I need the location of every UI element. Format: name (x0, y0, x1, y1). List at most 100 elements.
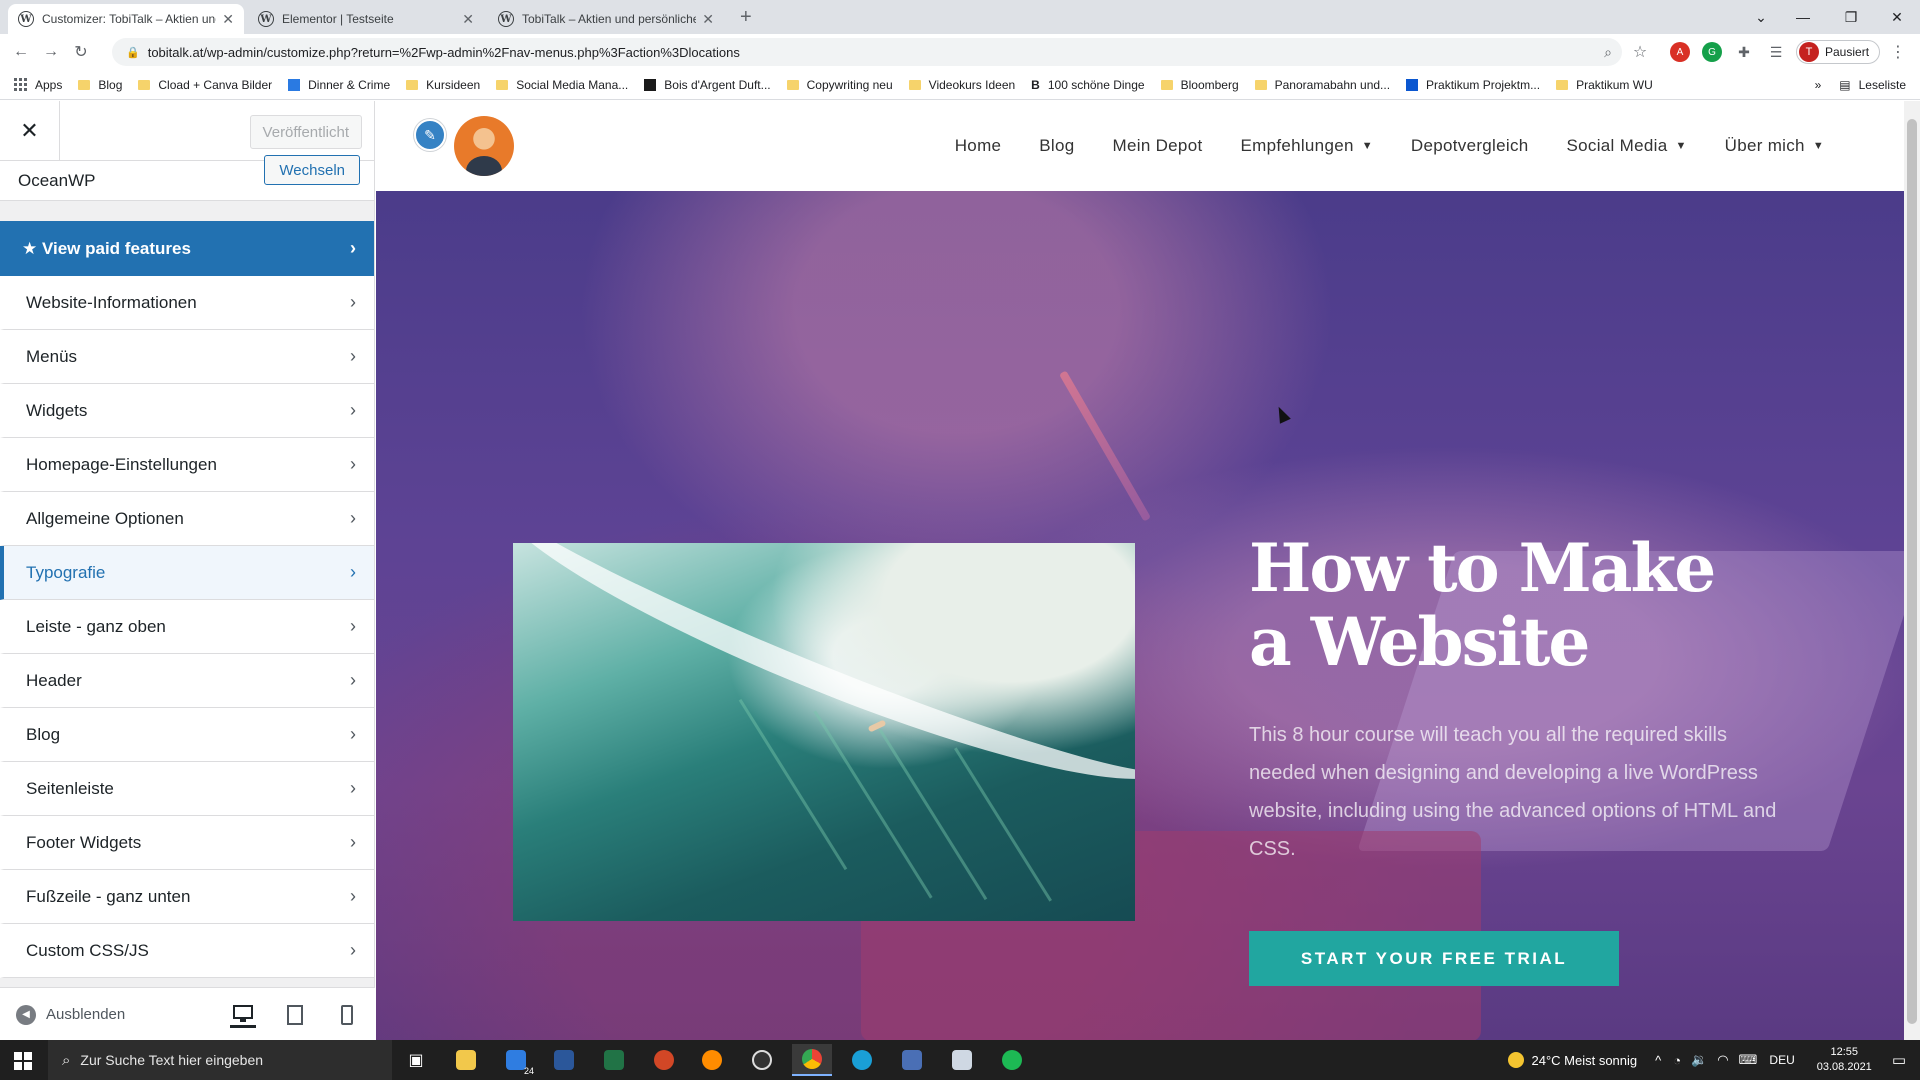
nav-depot[interactable]: Mein Depot (1113, 136, 1203, 156)
close-tab-icon[interactable]: ✕ (462, 11, 474, 28)
tab-customizer[interactable]: W Customizer: TobiTalk – Aktien und ✕ (8, 4, 244, 34)
desktop-preview-icon[interactable] (230, 1002, 256, 1028)
nav-blog[interactable]: Blog (1039, 136, 1074, 156)
bookmark-star-icon[interactable]: ☆ (1630, 42, 1650, 62)
collapse-icon[interactable]: ◀ (16, 1004, 36, 1025)
menu-header[interactable]: Header › (0, 654, 374, 708)
zoom-icon[interactable]: ⌕ (1598, 42, 1618, 62)
tab-tobitalk[interactable]: W TobiTalk – Aktien und persönliche ✕ (488, 4, 724, 34)
hide-controls-button[interactable]: Ausblenden (46, 1006, 125, 1023)
nav-home[interactable]: Home (955, 136, 1002, 156)
language-indicator[interactable]: DEU (1769, 1053, 1794, 1067)
bookmark-bloomberg[interactable]: Bloomberg (1160, 78, 1239, 92)
taskbar-search[interactable]: ⌕ Zur Suche Text hier eingeben (48, 1040, 392, 1080)
preview-scrollbar[interactable] (1904, 101, 1920, 1041)
tablet-preview-icon[interactable] (282, 1002, 308, 1028)
publish-button[interactable]: Veröffentlicht (249, 115, 362, 149)
mobile-preview-icon[interactable] (334, 1002, 360, 1028)
bookmark-copywriting[interactable]: Copywriting neu (786, 78, 893, 92)
powerpoint-icon[interactable] (644, 1044, 684, 1076)
url-bar[interactable]: 🔒 tobitalk.at/wp-admin/customize.php?ret… (112, 38, 1622, 66)
app-icon[interactable] (892, 1044, 932, 1076)
bookmark-kursideen[interactable]: Kursideen (406, 78, 480, 92)
app-icon[interactable] (692, 1044, 732, 1076)
restore-icon[interactable]: ❐ (1828, 0, 1874, 34)
tab-elementor[interactable]: W Elementor | Testseite ✕ (248, 4, 484, 34)
bookmark-bois[interactable]: Bois d'Argent Duft... (644, 78, 771, 92)
more-bookmarks[interactable]: » (1815, 78, 1822, 92)
menu-footer-bottom[interactable]: Fußzeile - ganz unten › (0, 870, 374, 924)
clock[interactable]: 12:55 03.08.2021 (1817, 1045, 1872, 1075)
app-icon[interactable] (942, 1044, 982, 1076)
excel-icon[interactable] (594, 1044, 634, 1076)
network-icon[interactable]: ◔ (1673, 1053, 1681, 1068)
scrollbar-thumb[interactable] (1907, 119, 1917, 1024)
forward-icon[interactable]: → (36, 43, 66, 61)
profile-button[interactable]: T Pausiert (1796, 40, 1881, 64)
extensions-icon[interactable]: ✚ (1734, 42, 1754, 62)
menu-widgets[interactable]: Widgets › (0, 384, 374, 438)
hero-video[interactable] (513, 543, 1135, 921)
nav-social-media[interactable]: Social Media ▼ (1567, 136, 1687, 156)
menu-blog[interactable]: Blog › (0, 708, 374, 762)
nav-about[interactable]: Über mich ▼ (1725, 136, 1824, 156)
bookmark-panorama[interactable]: Panoramabahn und... (1254, 78, 1390, 92)
switch-theme-button[interactable]: Wechseln (264, 155, 360, 185)
mail-icon[interactable]: 24 (496, 1044, 536, 1076)
menu-custom-css-js[interactable]: Custom CSS/JS › (0, 924, 374, 978)
obs-icon[interactable] (742, 1044, 782, 1076)
close-tab-icon[interactable]: ✕ (702, 11, 714, 28)
bookmark-praktikum-projekt[interactable]: Praktikum Projektm... (1406, 78, 1540, 92)
edit-shortcut-pencil-icon[interactable]: ✎ (414, 119, 446, 151)
notification-icon[interactable]: ▭ (1892, 1051, 1906, 1069)
nav-empfehlungen[interactable]: Empfehlungen ▼ (1240, 136, 1372, 156)
bookmark-100[interactable]: B 100 schöne Dinge (1031, 78, 1144, 92)
wifi-icon[interactable]: ◠ (1717, 1052, 1728, 1068)
weather-text[interactable]: 24°C Meist sonnig (1532, 1053, 1638, 1068)
back-icon[interactable]: ← (6, 43, 36, 61)
chevron-right-icon: › (350, 616, 356, 636)
site-logo[interactable] (454, 116, 514, 176)
menu-homepage-settings[interactable]: Homepage-Einstellungen › (0, 438, 374, 492)
chevron-right-icon: › (350, 238, 356, 258)
menu-menus[interactable]: Menüs › (0, 330, 374, 384)
bookmark-praktikum-wu[interactable]: Praktikum WU (1556, 78, 1653, 92)
menu-footer-widgets[interactable]: Footer Widgets › (0, 816, 374, 870)
volume-icon[interactable]: 🔉 (1691, 1052, 1707, 1068)
menu-top-bar[interactable]: Leiste - ganz oben › (0, 600, 374, 654)
close-tab-icon[interactable]: ✕ (222, 11, 234, 28)
menu-kebab-icon[interactable]: ⋮ (1888, 42, 1908, 62)
bookmark-videokurs[interactable]: Videokurs Ideen (908, 78, 1015, 92)
media-queue-icon[interactable]: ☰ (1766, 42, 1786, 62)
task-view-icon[interactable]: ▣ (396, 1044, 436, 1076)
chrome-icon[interactable] (792, 1044, 832, 1076)
menu-typography[interactable]: Typografie › (0, 546, 374, 600)
reload-icon[interactable]: ↻ (66, 42, 96, 62)
bookmark-blog[interactable]: Blog (78, 78, 122, 92)
start-free-trial-button[interactable]: START YOUR FREE TRIAL (1249, 931, 1619, 986)
bookmark-dinner[interactable]: Dinner & Crime (288, 78, 390, 92)
new-tab-icon[interactable]: + (740, 6, 752, 29)
close-window-icon[interactable]: ✕ (1874, 0, 1920, 34)
menu-sidebar[interactable]: Seitenleiste › (0, 762, 374, 816)
adblock-icon[interactable]: A (1670, 42, 1690, 62)
grammarly-icon[interactable]: G (1702, 42, 1722, 62)
windows-start-icon[interactable] (14, 1052, 32, 1070)
view-paid-features[interactable]: ★ View paid features › (0, 221, 374, 276)
reading-list[interactable]: ▤ Leseliste (1839, 78, 1906, 92)
nav-depotvergleich[interactable]: Depotvergleich (1411, 136, 1529, 156)
file-explorer-icon[interactable] (446, 1044, 486, 1076)
bookmark-canva[interactable]: Cload + Canva Bilder (138, 78, 272, 92)
close-customizer-button[interactable]: ✕ (0, 101, 60, 161)
edge-icon[interactable] (842, 1044, 882, 1076)
spotify-icon[interactable] (992, 1044, 1032, 1076)
tab-search-icon[interactable]: ⌄ (1738, 0, 1784, 34)
menu-website-info[interactable]: Website-Informationen › (0, 276, 374, 330)
show-hidden-icons-icon[interactable]: ^ (1655, 1053, 1661, 1068)
menu-general-options[interactable]: Allgemeine Optionen › (0, 492, 374, 546)
minimize-icon[interactable]: — (1780, 0, 1826, 34)
bookmark-social[interactable]: Social Media Mana... (496, 78, 628, 92)
word-icon[interactable] (544, 1044, 584, 1076)
bookmark-apps[interactable]: Apps (14, 78, 62, 92)
keyboard-icon[interactable]: ⌨ (1739, 1052, 1758, 1068)
